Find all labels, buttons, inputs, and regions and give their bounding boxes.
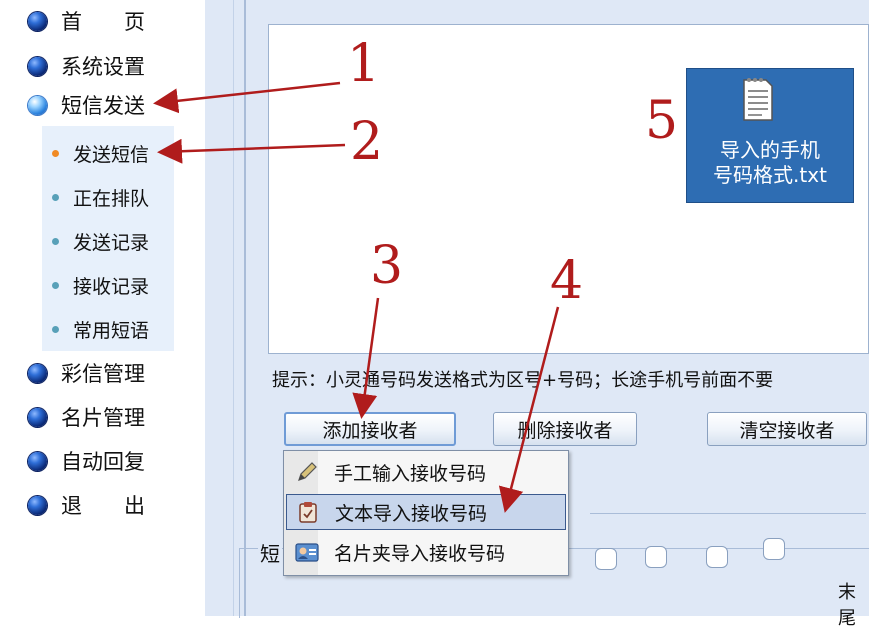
submenu-item-send-log[interactable]: 发送记录 — [52, 226, 149, 256]
sidebar-item-system-settings[interactable]: 系统设置 — [28, 51, 145, 81]
dot-icon — [52, 325, 59, 333]
sidebar-item-label: 退 出 — [61, 494, 145, 518]
delete-recipient-button[interactable]: 删除接收者 — [493, 412, 637, 446]
sidebar-item-label: 短信发送 — [61, 94, 145, 118]
hint-text: 提示：小灵通号码发送格式为区号+号码；长途手机号前面不要 — [272, 370, 774, 391]
submenu-item-label: 发送记录 — [73, 231, 150, 254]
sidebar-item-label: 名片管理 — [61, 406, 145, 430]
panel-divider — [244, 0, 246, 616]
sidebar-item-label: 系统设置 — [61, 55, 145, 79]
submenu-item-queue[interactable]: 正在排队 — [52, 182, 149, 212]
sidebar-item-auto-reply[interactable]: 自动回复 — [28, 446, 145, 476]
menu-item-card-import[interactable]: 名片夹导入接收号码 — [286, 534, 566, 570]
option-checkbox[interactable] — [595, 548, 617, 570]
submenu-item-label: 常用短语 — [73, 319, 150, 342]
submenu-item-label: 正在排队 — [73, 187, 150, 210]
sidebar: 首 页 系统设置 短信发送 发送短信 正在排队 发送记录 接收记录 常用短语 彩… — [0, 0, 205, 616]
menu-item-text-import[interactable]: 文本导入接收号码 — [286, 494, 566, 530]
file-name-label: 导入的手机 号码格式.txt — [713, 138, 827, 187]
option-checkbox[interactable] — [763, 538, 785, 560]
dot-icon — [52, 193, 59, 201]
active-dot-icon — [52, 149, 59, 157]
dot-icon — [52, 237, 59, 245]
globe-icon — [28, 363, 47, 383]
annotation-number-2: 2 — [350, 112, 384, 172]
panel-divider — [233, 0, 234, 616]
group-border — [590, 513, 866, 514]
menu-item-label: 手工输入接收号码 — [334, 462, 487, 485]
sidebar-item-sms-send[interactable]: 短信发送 — [28, 90, 145, 120]
text-file-icon — [743, 78, 773, 121]
menu-item-label: 文本导入接收号码 — [335, 502, 488, 525]
globe-icon — [28, 451, 47, 471]
group-border — [239, 548, 240, 618]
submenu-item-receive-log[interactable]: 接收记录 — [52, 270, 149, 300]
submenu-item-phrases[interactable]: 常用短语 — [52, 314, 149, 344]
contact-card-icon — [294, 539, 320, 565]
sidebar-item-home[interactable]: 首 页 — [28, 6, 145, 36]
submenu-item-label: 接收记录 — [73, 275, 150, 298]
option-checkbox[interactable] — [645, 546, 667, 568]
annotation-number-1: 1 — [347, 34, 381, 94]
tail-label: 末尾 — [838, 582, 856, 629]
add-recipient-button[interactable]: 添加接收者 — [284, 412, 456, 446]
globe-active-icon — [28, 95, 47, 115]
option-checkbox[interactable] — [706, 546, 728, 568]
clear-recipients-button[interactable]: 清空接收者 — [707, 412, 867, 446]
sidebar-item-label: 自动回复 — [61, 450, 145, 474]
clipboard-icon — [295, 499, 321, 525]
submenu-item-send-sms[interactable]: 发送短信 — [52, 138, 149, 168]
globe-icon — [28, 11, 47, 31]
group-label: 短 — [258, 538, 282, 567]
sidebar-item-label: 彩信管理 — [61, 362, 145, 386]
sidebar-item-mms[interactable]: 彩信管理 — [28, 358, 145, 388]
submenu-item-label: 发送短信 — [73, 143, 150, 166]
dot-icon — [52, 281, 59, 289]
menu-item-label: 名片夹导入接收号码 — [334, 542, 506, 565]
sidebar-item-label: 首 页 — [61, 10, 145, 34]
annotation-number-5: 5 — [645, 91, 679, 151]
sidebar-item-cards[interactable]: 名片管理 — [28, 402, 145, 432]
sidebar-item-exit[interactable]: 退 出 — [28, 490, 145, 520]
globe-icon — [28, 495, 47, 515]
annotation-number-4: 4 — [550, 251, 584, 311]
globe-icon — [28, 56, 47, 76]
menu-item-manual-input[interactable]: 手工输入接收号码 — [286, 454, 566, 490]
globe-icon — [28, 407, 47, 427]
annotation-number-3: 3 — [370, 236, 404, 296]
pencil-icon — [294, 459, 320, 485]
